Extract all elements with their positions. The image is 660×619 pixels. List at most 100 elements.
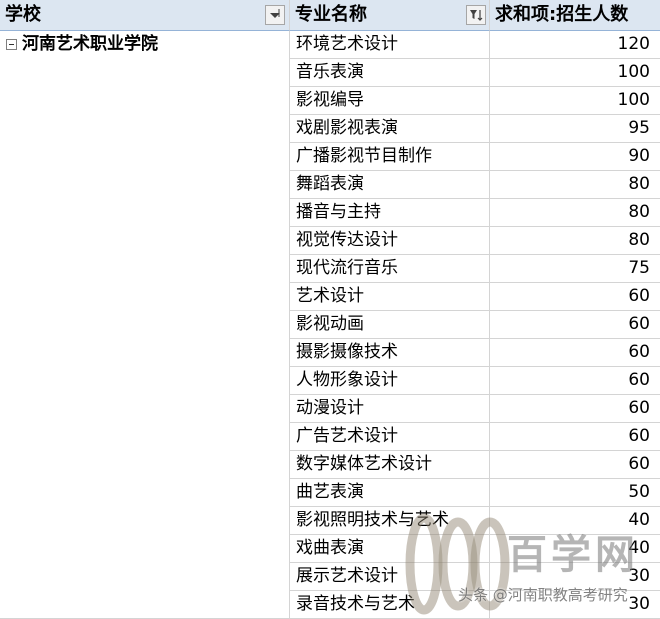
major-cell[interactable]: 广告艺术设计 [290,423,490,451]
count-cell[interactable]: 120 [490,31,660,59]
count-cell[interactable]: 100 [490,59,660,87]
school-cell-empty[interactable] [0,479,290,507]
major-cell[interactable]: 录音技术与艺术 [290,591,490,619]
major-name: 艺术设计 [296,286,364,306]
major-cell[interactable]: 广播影视节目制作 [290,143,490,171]
school-cell-empty[interactable] [0,115,290,143]
filter-sort-icon [470,10,483,21]
school-cell-empty[interactable] [0,87,290,115]
header-school[interactable]: 学校 [0,0,290,31]
count-cell[interactable]: 60 [490,423,660,451]
school-cell-empty[interactable] [0,199,290,227]
table-row: 录音技术与艺术 30 [0,591,660,619]
school-cell-empty[interactable] [0,227,290,255]
count-cell[interactable]: 80 [490,171,660,199]
header-school-label: 学校 [5,4,41,25]
major-cell[interactable]: 影视动画 [290,311,490,339]
enrollment-count: 30 [628,566,650,586]
enrollment-count: 80 [628,202,650,222]
table-row: 戏曲表演 40 [0,535,660,563]
table-row: 曲艺表演 50 [0,479,660,507]
major-cell[interactable]: 动漫设计 [290,395,490,423]
table-row: 现代流行音乐 75 [0,255,660,283]
major-name: 广播影视节目制作 [296,146,432,166]
major-name: 影视编导 [296,90,364,110]
major-cell[interactable]: 摄影摄像技术 [290,339,490,367]
count-cell[interactable]: 60 [490,339,660,367]
school-filter-button[interactable] [265,5,285,25]
table-row: 摄影摄像技术 60 [0,339,660,367]
enrollment-count: 75 [628,258,650,278]
major-cell[interactable]: 戏剧影视表演 [290,115,490,143]
school-cell-empty[interactable] [0,423,290,451]
major-name: 广告艺术设计 [296,426,398,446]
major-name: 摄影摄像技术 [296,342,398,362]
count-cell[interactable]: 60 [490,367,660,395]
count-cell[interactable]: 30 [490,563,660,591]
major-cell[interactable]: 展示艺术设计 [290,563,490,591]
table-row: 播音与主持 80 [0,199,660,227]
school-cell-empty[interactable] [0,563,290,591]
count-cell[interactable]: 60 [490,395,660,423]
enrollment-count: 60 [628,454,650,474]
major-name: 影视动画 [296,314,364,334]
school-cell-empty[interactable] [0,367,290,395]
major-cell[interactable]: 环境艺术设计 [290,31,490,59]
enrollment-count: 30 [628,594,650,614]
count-cell[interactable]: 60 [490,283,660,311]
major-cell[interactable]: 视觉传达设计 [290,227,490,255]
major-cell[interactable]: 曲艺表演 [290,479,490,507]
major-cell[interactable]: 影视编导 [290,87,490,115]
school-cell-empty[interactable] [0,311,290,339]
school-cell-empty[interactable] [0,507,290,535]
major-name: 音乐表演 [296,62,364,82]
major-name: 舞蹈表演 [296,174,364,194]
count-cell[interactable]: 60 [490,311,660,339]
major-name: 戏剧影视表演 [296,118,398,138]
count-cell[interactable]: 80 [490,227,660,255]
school-cell-empty[interactable] [0,339,290,367]
count-cell[interactable]: 75 [490,255,660,283]
major-cell[interactable]: 音乐表演 [290,59,490,87]
count-cell[interactable]: 80 [490,199,660,227]
header-major[interactable]: 专业名称 [290,0,490,31]
major-cell[interactable]: 舞蹈表演 [290,171,490,199]
count-cell[interactable]: 50 [490,479,660,507]
table-row: 音乐表演 100 [0,59,660,87]
school-cell-empty[interactable] [0,395,290,423]
major-cell[interactable]: 人物形象设计 [290,367,490,395]
major-cell[interactable]: 数字媒体艺术设计 [290,451,490,479]
major-cell[interactable]: 影视照明技术与艺术 [290,507,490,535]
enrollment-count: 60 [628,426,650,446]
table-row: 数字媒体艺术设计 60 [0,451,660,479]
school-cell-empty[interactable] [0,591,290,619]
count-cell[interactable]: 100 [490,87,660,115]
school-cell-empty[interactable] [0,451,290,479]
header-sum[interactable]: 求和项:招生人数 [490,0,660,31]
major-name: 现代流行音乐 [296,258,398,278]
school-cell-empty[interactable] [0,143,290,171]
school-cell-empty[interactable] [0,171,290,199]
count-cell[interactable]: 95 [490,115,660,143]
major-name: 戏曲表演 [296,538,364,558]
table-row: 影视动画 60 [0,311,660,339]
school-cell-empty[interactable] [0,535,290,563]
major-filter-button[interactable] [466,5,486,25]
school-cell-empty[interactable] [0,59,290,87]
count-cell[interactable]: 60 [490,451,660,479]
school-cell-empty[interactable] [0,255,290,283]
minus-box-icon[interactable] [6,39,17,50]
major-cell[interactable]: 现代流行音乐 [290,255,490,283]
count-cell[interactable]: 40 [490,535,660,563]
header-major-label: 专业名称 [295,4,367,25]
major-cell[interactable]: 艺术设计 [290,283,490,311]
count-cell[interactable]: 40 [490,507,660,535]
school-cell[interactable]: 河南艺术职业学院 [0,31,290,59]
major-cell[interactable]: 戏曲表演 [290,535,490,563]
count-cell[interactable]: 30 [490,591,660,619]
school-cell-empty[interactable] [0,283,290,311]
header-sum-label: 求和项:招生人数 [495,4,629,25]
major-cell[interactable]: 播音与主持 [290,199,490,227]
count-cell[interactable]: 90 [490,143,660,171]
major-name: 数字媒体艺术设计 [296,454,432,474]
